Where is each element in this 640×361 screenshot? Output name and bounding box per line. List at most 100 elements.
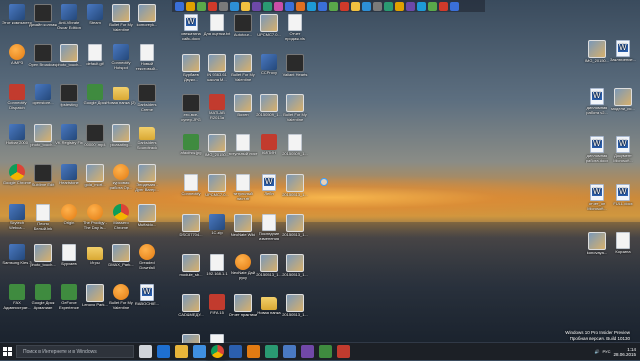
desktop-icon[interactable]: Dreaded Downfall [132, 244, 162, 270]
app-icon[interactable] [241, 1, 250, 11]
desktop-icon[interactable]: 20150513_1... [280, 214, 310, 238]
app-icon[interactable] [208, 1, 217, 11]
explorer-icon[interactable] [175, 345, 188, 358]
file-icon [34, 244, 52, 262]
desktop-icon-label: Heartstone [59, 180, 79, 185]
desktop-icon[interactable]: Заключение... [608, 40, 638, 63]
desktop-icon-label: Google Диск Арманиан [31, 300, 55, 310]
desktop-icon-label: Google Диск [83, 100, 107, 105]
file-icon [260, 14, 278, 32]
desktop-icon-label: отчет_оп Microsoft... [587, 201, 607, 211]
desktop-icon[interactable]: 20150513_1... [280, 294, 310, 318]
desktop-icon-label: FAX Администрат... [3, 300, 31, 310]
desktop-icon[interactable]: RABOCHIE... [132, 284, 162, 307]
file-icon [61, 284, 77, 300]
desktop-icon-label: Вохеп [237, 112, 249, 117]
desktop-icon[interactable]: Bullet For My Valentine [280, 94, 310, 122]
watermark-line1: Windows 10 Pro Insider Preview [565, 330, 630, 335]
task-view-icon[interactable] [139, 345, 152, 358]
app-icon[interactable] [417, 1, 426, 11]
app-icon[interactable] [197, 1, 206, 11]
app-icon[interactable] [384, 1, 393, 11]
app-icon[interactable] [450, 1, 459, 11]
desktop-icon-label: дипломная работа v2... [586, 105, 608, 115]
desktop-icon[interactable]: komoreyk... [132, 4, 162, 28]
app-icon[interactable] [175, 1, 184, 11]
file-icon [9, 4, 25, 20]
desktop-icon[interactable]: 20150513_1... [280, 254, 310, 278]
desktop-icon[interactable]: Muffaldo... [132, 204, 162, 228]
desktop-icon-label: photo_touch... [56, 62, 82, 67]
start-button[interactable] [0, 343, 14, 360]
edge-icon[interactable] [157, 345, 170, 358]
app-icon[interactable] [351, 1, 360, 11]
app-icon[interactable] [265, 345, 278, 358]
file-icon [139, 127, 155, 140]
app-icon[interactable] [186, 1, 195, 11]
app-icon[interactable] [340, 1, 349, 11]
quick-launch-toolbar[interactable] [172, 0, 485, 12]
app-icon[interactable] [373, 1, 382, 11]
file-icon [183, 134, 199, 150]
file-icon [62, 244, 76, 261]
desktop-icon[interactable]: Документ Microsoft... [608, 136, 638, 163]
app-icon[interactable] [318, 1, 327, 11]
app-icon[interactable] [296, 1, 305, 11]
desktop-icon-label: 20150513_1... [282, 272, 308, 277]
app-icon[interactable] [301, 345, 314, 358]
file-icon [34, 44, 52, 62]
desktop-icon-label: Песня Белый.lnk [33, 221, 53, 231]
desktop-icon-label: Для оценки.txt [203, 31, 231, 36]
file-icon [61, 124, 77, 140]
desktop-icon[interactable]: Эпидемия - Дунг Вагер... [132, 164, 162, 192]
desktop-icon[interactable]: 20150513_1... [280, 174, 310, 198]
desktop-icon[interactable]: Darksiders Soundtrack [132, 124, 162, 150]
app-icon[interactable] [406, 1, 415, 11]
app-icon[interactable] [283, 345, 296, 358]
app-icon[interactable] [252, 1, 261, 11]
app-icon[interactable] [395, 1, 404, 11]
language-indicator[interactable]: РУС [602, 349, 610, 354]
desktop-icon[interactable]: Отчет продаж.xls [280, 14, 310, 41]
app-icon[interactable] [274, 1, 283, 11]
search-input[interactable]: Поиск в Интернете и в Windows [16, 345, 134, 358]
desktop-icon[interactable]: модели_ис... [608, 88, 638, 112]
desktop-icon-label: 20150513_1... [256, 272, 282, 277]
desktop-icon-label: Connectify Hotspot [111, 60, 131, 70]
app-icon[interactable] [439, 1, 448, 11]
app-icon[interactable] [362, 1, 371, 11]
file-icon [34, 164, 52, 182]
desktop-icon-label: picasating... [110, 142, 132, 147]
file-icon [262, 214, 276, 231]
desktop-icon[interactable]: Darksiders Creme [132, 84, 162, 112]
desktop-icon-label: Autotour... [233, 32, 253, 37]
file-icon [9, 244, 25, 260]
app-icon[interactable] [337, 345, 350, 358]
app-icon[interactable] [219, 1, 228, 11]
app-icon[interactable] [428, 1, 437, 11]
desktop-icon-label: Лебн [264, 191, 274, 196]
app-icon[interactable] [319, 345, 332, 358]
desktop-icon-label: Игры [90, 260, 100, 265]
app-icon[interactable] [329, 1, 338, 11]
app-icon[interactable] [285, 1, 294, 11]
chrome-icon[interactable] [211, 345, 224, 358]
desktop-icon[interactable]: Корзина [608, 232, 638, 255]
desktop-icon[interactable]: Новый текстовый... [132, 44, 162, 71]
clock[interactable]: 1:14 28.06.2015 [613, 347, 636, 357]
file-icon [138, 204, 156, 222]
file-icon [209, 214, 225, 230]
app-icon[interactable] [263, 1, 272, 11]
desktop-icon[interactable]: 20150509_1... [280, 134, 310, 157]
aimp-icon[interactable] [247, 345, 260, 358]
desktop-icon-label: MATLAB R2013a [209, 110, 225, 120]
word-icon[interactable] [229, 345, 242, 358]
volume-icon[interactable]: 🔊 [594, 349, 599, 354]
app-icon[interactable] [230, 1, 239, 11]
desktop-icon[interactable]: FULL.docx [608, 184, 638, 207]
desktop-icon[interactable]: Valiant Hearts [280, 54, 310, 78]
file-icon [35, 284, 51, 300]
store-icon[interactable] [193, 345, 206, 358]
desktop-icon-label: Bullet For My Valentine [109, 300, 133, 310]
app-icon[interactable] [307, 1, 316, 11]
